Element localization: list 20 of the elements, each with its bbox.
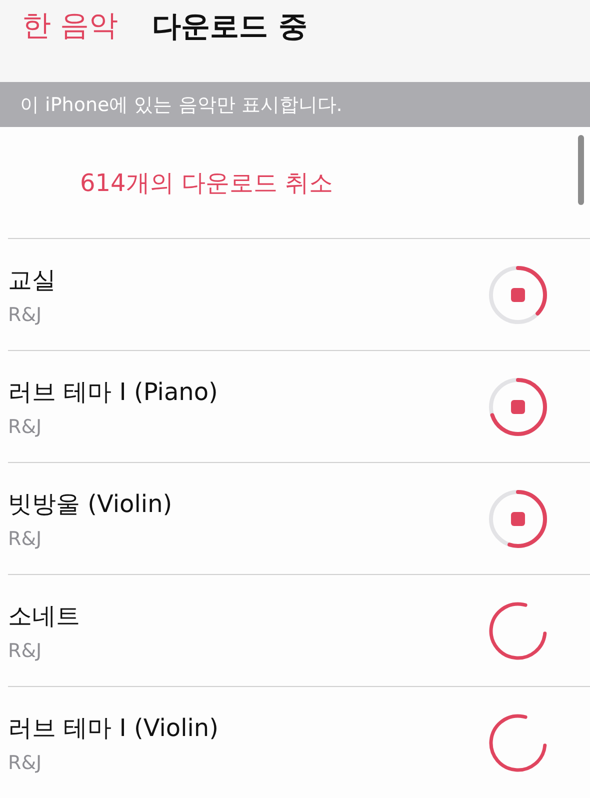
artist-name: R&J [8,528,43,550]
song-title: 러브 테마 I (Violin) [8,712,220,744]
artist-name: R&J [8,752,43,774]
song-title: 교실 [8,264,57,296]
cancel-downloads-button[interactable]: 614개의 다운로드 취소 [80,166,334,198]
stop-download-icon[interactable] [488,376,548,436]
stop-download-icon[interactable] [488,264,548,324]
artist-name: R&J [8,304,43,326]
song-title: 소네트 [8,600,81,632]
info-banner: 이 iPhone에 있는 음악만 표시합니다. [0,82,590,127]
song-title: 러브 테마 I (Piano) [8,376,219,408]
artist-name: R&J [8,640,43,662]
scroll-bar [578,135,584,205]
spinner-icon [488,600,548,660]
stop-download-icon[interactable] [488,488,548,548]
spinner-icon [488,712,548,772]
artist-name: R&J [8,416,43,438]
song-title: 빗방울 (Violin) [8,488,174,520]
screen-title: 다운로드 중 [152,8,308,45]
back-button[interactable]: 한 음악 [0,6,118,46]
